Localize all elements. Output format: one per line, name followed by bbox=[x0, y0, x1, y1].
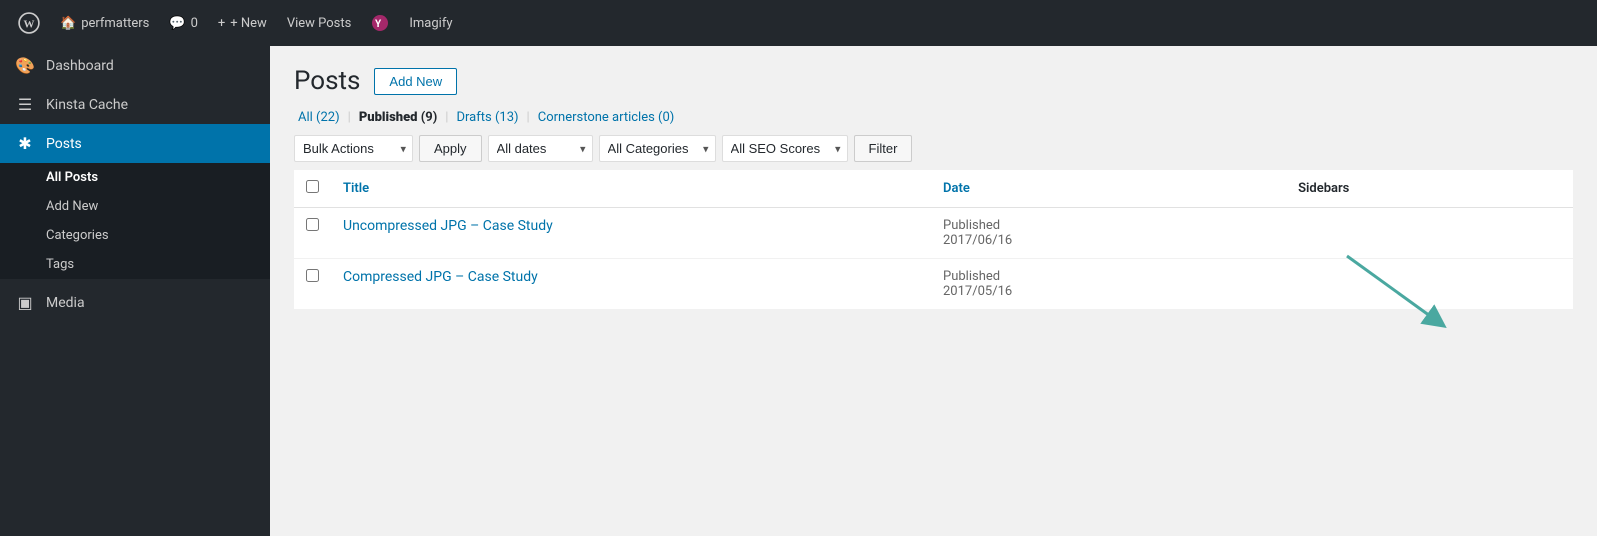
sidebar: 🎨 Dashboard ☰ Kinsta Cache ✱ Posts All P… bbox=[0, 46, 270, 536]
posts-table: Title Date Sidebars Un bbox=[294, 170, 1573, 310]
sidebar-item-media-label: Media bbox=[46, 295, 85, 311]
kinsta-icon: ☰ bbox=[14, 95, 36, 114]
categories-select[interactable]: All Categories Case Studies bbox=[599, 135, 716, 162]
adminbar-site-name[interactable]: 🏠 perfmatters bbox=[50, 0, 159, 46]
row2-checkbox[interactable] bbox=[306, 269, 319, 282]
seo-scores-wrapper: All SEO Scores Good OK Bad bbox=[722, 135, 848, 162]
col-header-checkbox bbox=[294, 170, 331, 208]
categories-wrapper: All Categories Case Studies bbox=[599, 135, 716, 162]
add-new-button[interactable]: Add New bbox=[374, 68, 457, 95]
tab-published[interactable]: Published (9) bbox=[355, 110, 441, 125]
all-posts-label: All Posts bbox=[46, 170, 98, 185]
bulk-actions-select[interactable]: Bulk Actions Edit Move to Trash bbox=[294, 135, 413, 162]
sep3: | bbox=[527, 110, 530, 125]
sidebar-subitem-all-posts[interactable]: All Posts bbox=[0, 163, 270, 192]
dates-wrapper: All dates March 2018 bbox=[488, 135, 593, 162]
dates-select[interactable]: All dates March 2018 bbox=[488, 135, 593, 162]
comment-icon: 💬 bbox=[169, 16, 185, 31]
row1-date-val: 2017/06/16 bbox=[943, 233, 1274, 248]
page-title: Posts bbox=[294, 66, 360, 96]
sidebar-item-kinsta-cache[interactable]: ☰ Kinsta Cache bbox=[0, 85, 270, 124]
sidebar-item-kinsta-label: Kinsta Cache bbox=[46, 97, 128, 113]
dashboard-icon: 🎨 bbox=[14, 56, 36, 75]
seo-scores-select[interactable]: All SEO Scores Good OK Bad bbox=[722, 135, 848, 162]
new-label: + bbox=[218, 16, 225, 31]
row2-title-link[interactable]: Compressed JPG – Case Study bbox=[343, 269, 538, 285]
sidebar-item-posts[interactable]: ✱ Posts bbox=[0, 124, 270, 163]
sidebar-item-posts-label: Posts bbox=[46, 136, 82, 152]
sidebar-subitem-add-new[interactable]: Add New bbox=[0, 192, 270, 221]
tags-label: Tags bbox=[46, 257, 74, 272]
tab-drafts[interactable]: Drafts (13) bbox=[452, 110, 522, 125]
row2-date-cell: Published 2017/05/16 bbox=[931, 259, 1286, 310]
row2-date-status: Published bbox=[943, 269, 1274, 284]
svg-text:Y: Y bbox=[375, 19, 382, 30]
admin-bar: W 🏠 perfmatters 💬 0 + + New View Posts Y… bbox=[0, 0, 1597, 46]
sidebars-header-label: Sidebars bbox=[1298, 181, 1349, 196]
layout: 🎨 Dashboard ☰ Kinsta Cache ✱ Posts All P… bbox=[0, 46, 1597, 536]
posts-icon: ✱ bbox=[14, 134, 36, 153]
row1-date-status: Published bbox=[943, 218, 1274, 233]
bulk-actions-wrapper: Bulk Actions Edit Move to Trash bbox=[294, 135, 413, 162]
site-name-label: perfmatters bbox=[81, 16, 149, 31]
comment-count: 0 bbox=[191, 16, 198, 31]
tab-all[interactable]: All (22) bbox=[294, 110, 344, 125]
toolbar-row: Bulk Actions Edit Move to Trash Apply Al… bbox=[294, 135, 1573, 162]
col-header-sidebars: Sidebars bbox=[1286, 170, 1573, 208]
row1-checkbox-cell bbox=[294, 208, 331, 259]
sep2: | bbox=[445, 110, 448, 125]
apply-button[interactable]: Apply bbox=[419, 135, 482, 162]
row1-date-cell: Published 2017/06/16 bbox=[931, 208, 1286, 259]
media-icon: ▣ bbox=[14, 293, 36, 312]
view-posts-label: View Posts bbox=[287, 16, 352, 31]
sidebar-subitem-categories[interactable]: Categories bbox=[0, 221, 270, 250]
row1-sidebars-cell bbox=[1286, 208, 1573, 259]
sidebar-item-media[interactable]: ▣ Media bbox=[0, 283, 270, 322]
tab-cornerstone[interactable]: Cornerstone articles (0) bbox=[534, 110, 679, 125]
adminbar-imagify[interactable]: Imagify bbox=[399, 0, 462, 46]
table-row: Compressed JPG – Case Study Published 20… bbox=[294, 259, 1573, 310]
row2-sidebars-cell bbox=[1286, 259, 1573, 310]
sidebar-submenu: All Posts Add New Categories Tags bbox=[0, 163, 270, 279]
adminbar-comments[interactable]: 💬 0 bbox=[159, 0, 208, 46]
row2-checkbox-cell bbox=[294, 259, 331, 310]
filter-tabs: All (22) | Published (9) | Drafts (13) |… bbox=[294, 110, 1573, 125]
table-row: Uncompressed JPG – Case Study Published … bbox=[294, 208, 1573, 259]
imagify-label: Imagify bbox=[409, 16, 452, 31]
adminbar-view-posts[interactable]: View Posts bbox=[277, 0, 362, 46]
main-content: Posts Add New All (22) | Published (9) |… bbox=[270, 46, 1597, 536]
sidebar-subitem-tags[interactable]: Tags bbox=[0, 250, 270, 279]
col-header-title[interactable]: Title bbox=[331, 170, 931, 208]
col-header-date[interactable]: Date bbox=[931, 170, 1286, 208]
adminbar-wp-logo[interactable]: W bbox=[8, 0, 50, 46]
page-header: Posts Add New bbox=[294, 66, 1573, 96]
row2-date-val: 2017/05/16 bbox=[943, 284, 1274, 299]
categories-label: Categories bbox=[46, 228, 109, 243]
row1-title-link[interactable]: Uncompressed JPG – Case Study bbox=[343, 218, 553, 234]
row1-title-cell: Uncompressed JPG – Case Study bbox=[331, 208, 931, 259]
table-header-row: Title Date Sidebars bbox=[294, 170, 1573, 208]
row1-checkbox[interactable] bbox=[306, 218, 319, 231]
date-header-label: Date bbox=[943, 181, 970, 196]
svg-text:W: W bbox=[24, 18, 35, 30]
sidebar-item-dashboard[interactable]: 🎨 Dashboard bbox=[0, 46, 270, 85]
filter-button[interactable]: Filter bbox=[854, 135, 913, 162]
sidebar-item-dashboard-label: Dashboard bbox=[46, 58, 114, 74]
title-header-label: Title bbox=[343, 181, 369, 196]
home-icon: 🏠 bbox=[60, 16, 76, 31]
select-all-checkbox[interactable] bbox=[306, 180, 319, 193]
sep1: | bbox=[348, 110, 351, 125]
adminbar-new[interactable]: + + New bbox=[208, 0, 277, 46]
add-new-label: Add New bbox=[46, 199, 98, 214]
adminbar-yoast[interactable]: Y bbox=[361, 0, 399, 46]
row2-title-cell: Compressed JPG – Case Study bbox=[331, 259, 931, 310]
